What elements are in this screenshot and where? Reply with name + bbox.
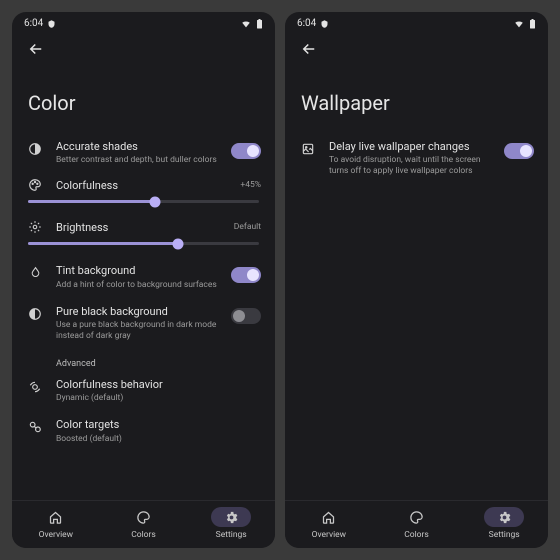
- statusbar: 6:04: [285, 12, 548, 31]
- page-title: Color: [28, 91, 261, 115]
- row-pure-black[interactable]: Pure black background Use a pure black b…: [26, 298, 261, 349]
- statusbar-time: 6:04: [24, 18, 43, 29]
- wallpaper-icon: [299, 142, 317, 156]
- tab-settings-label: Settings: [216, 530, 247, 540]
- colorfulness-value: +45%: [240, 180, 261, 190]
- row-brightness: Brightness Default: [26, 215, 261, 257]
- battery-icon: [256, 19, 263, 29]
- accurate-title: Accurate shades: [56, 140, 219, 154]
- pureblack-toggle[interactable]: [231, 308, 261, 324]
- accurate-toggle[interactable]: [231, 143, 261, 159]
- content-color: Color Accurate shades Better contrast an…: [12, 67, 275, 500]
- brightness-title: Brightness: [56, 221, 222, 234]
- pureblack-sub: Use a pure black background in dark mode…: [56, 320, 219, 342]
- appbar: [12, 31, 275, 67]
- row-colorfulness-behavior[interactable]: Colorfulness behavior Dynamic (default): [26, 371, 261, 411]
- row-colorfulness: Colorfulness +45%: [26, 173, 261, 215]
- home-icon: [321, 510, 336, 525]
- contrast-icon: [26, 142, 44, 156]
- targets-icon: [26, 420, 44, 434]
- half-circle-icon: [26, 307, 44, 321]
- palette-tab-icon: [409, 510, 424, 525]
- gear-icon: [497, 510, 512, 525]
- behavior-sub: Dynamic (default): [56, 393, 261, 404]
- colorfulness-slider[interactable]: [28, 200, 259, 203]
- palette-icon: [26, 178, 44, 192]
- brightness-slider[interactable]: [28, 242, 259, 245]
- statusbar: 6:04: [12, 12, 275, 31]
- tab-settings[interactable]: Settings: [460, 507, 548, 540]
- gear-icon: [224, 510, 239, 525]
- colorfulness-title: Colorfulness: [56, 179, 228, 192]
- tab-overview-label: Overview: [39, 530, 73, 540]
- statusbar-dnd-icon: [320, 19, 329, 29]
- battery-icon: [529, 19, 536, 29]
- tab-colors[interactable]: Colors: [373, 507, 461, 540]
- statusbar-dnd-icon: [47, 19, 56, 29]
- pureblack-title: Pure black background: [56, 305, 219, 319]
- tab-colors[interactable]: Colors: [100, 507, 188, 540]
- accurate-sub: Better contrast and depth, but duller co…: [56, 155, 219, 166]
- tab-settings[interactable]: Settings: [187, 507, 275, 540]
- tint-title: Tint background: [56, 264, 219, 278]
- row-tint-background[interactable]: Tint background Add a hint of color to b…: [26, 257, 261, 297]
- row-accurate-shades[interactable]: Accurate shades Better contrast and dept…: [26, 133, 261, 173]
- behavior-title: Colorfulness behavior: [56, 378, 261, 392]
- row-color-targets[interactable]: Color targets Boosted (default): [26, 411, 261, 451]
- delay-sub: To avoid disruption, wait until the scre…: [329, 155, 492, 177]
- targets-title: Color targets: [56, 418, 261, 432]
- tab-colors-label: Colors: [404, 530, 429, 540]
- advanced-label: Advanced: [56, 359, 261, 369]
- wifi-icon: [513, 19, 525, 29]
- phone-left: 6:04 Color Accurate shades Be: [12, 12, 275, 548]
- tab-overview[interactable]: Overview: [285, 507, 373, 540]
- tint-sub: Add a hint of color to background surfac…: [56, 280, 219, 291]
- row-delay-wallpaper[interactable]: Delay live wallpaper changes To avoid di…: [299, 133, 534, 184]
- tab-colors-label: Colors: [131, 530, 156, 540]
- bottom-nav: Overview Colors Settings: [12, 500, 275, 548]
- palette-tab-icon: [136, 510, 151, 525]
- delay-title: Delay live wallpaper changes: [329, 140, 492, 154]
- wifi-icon: [240, 19, 252, 29]
- home-icon: [48, 510, 63, 525]
- phone-right: 6:04 Wallpaper Delay live wallpaper c: [285, 12, 548, 548]
- brightness-value: Default: [234, 222, 261, 232]
- back-button[interactable]: [24, 37, 48, 61]
- brightness-icon: [26, 220, 44, 234]
- appbar: [285, 31, 548, 67]
- content-wallpaper: Wallpaper Delay live wallpaper changes T…: [285, 67, 548, 500]
- page-title: Wallpaper: [301, 91, 534, 115]
- delay-toggle[interactable]: [504, 143, 534, 159]
- tab-overview[interactable]: Overview: [12, 507, 100, 540]
- droplet-icon: [26, 266, 44, 279]
- tab-overview-label: Overview: [312, 530, 346, 540]
- bottom-nav: Overview Colors Settings: [285, 500, 548, 548]
- behavior-icon: [26, 380, 44, 394]
- tint-toggle[interactable]: [231, 267, 261, 283]
- targets-sub: Boosted (default): [56, 434, 261, 445]
- back-button[interactable]: [297, 37, 321, 61]
- tab-settings-label: Settings: [489, 530, 520, 540]
- statusbar-time: 6:04: [297, 18, 316, 29]
